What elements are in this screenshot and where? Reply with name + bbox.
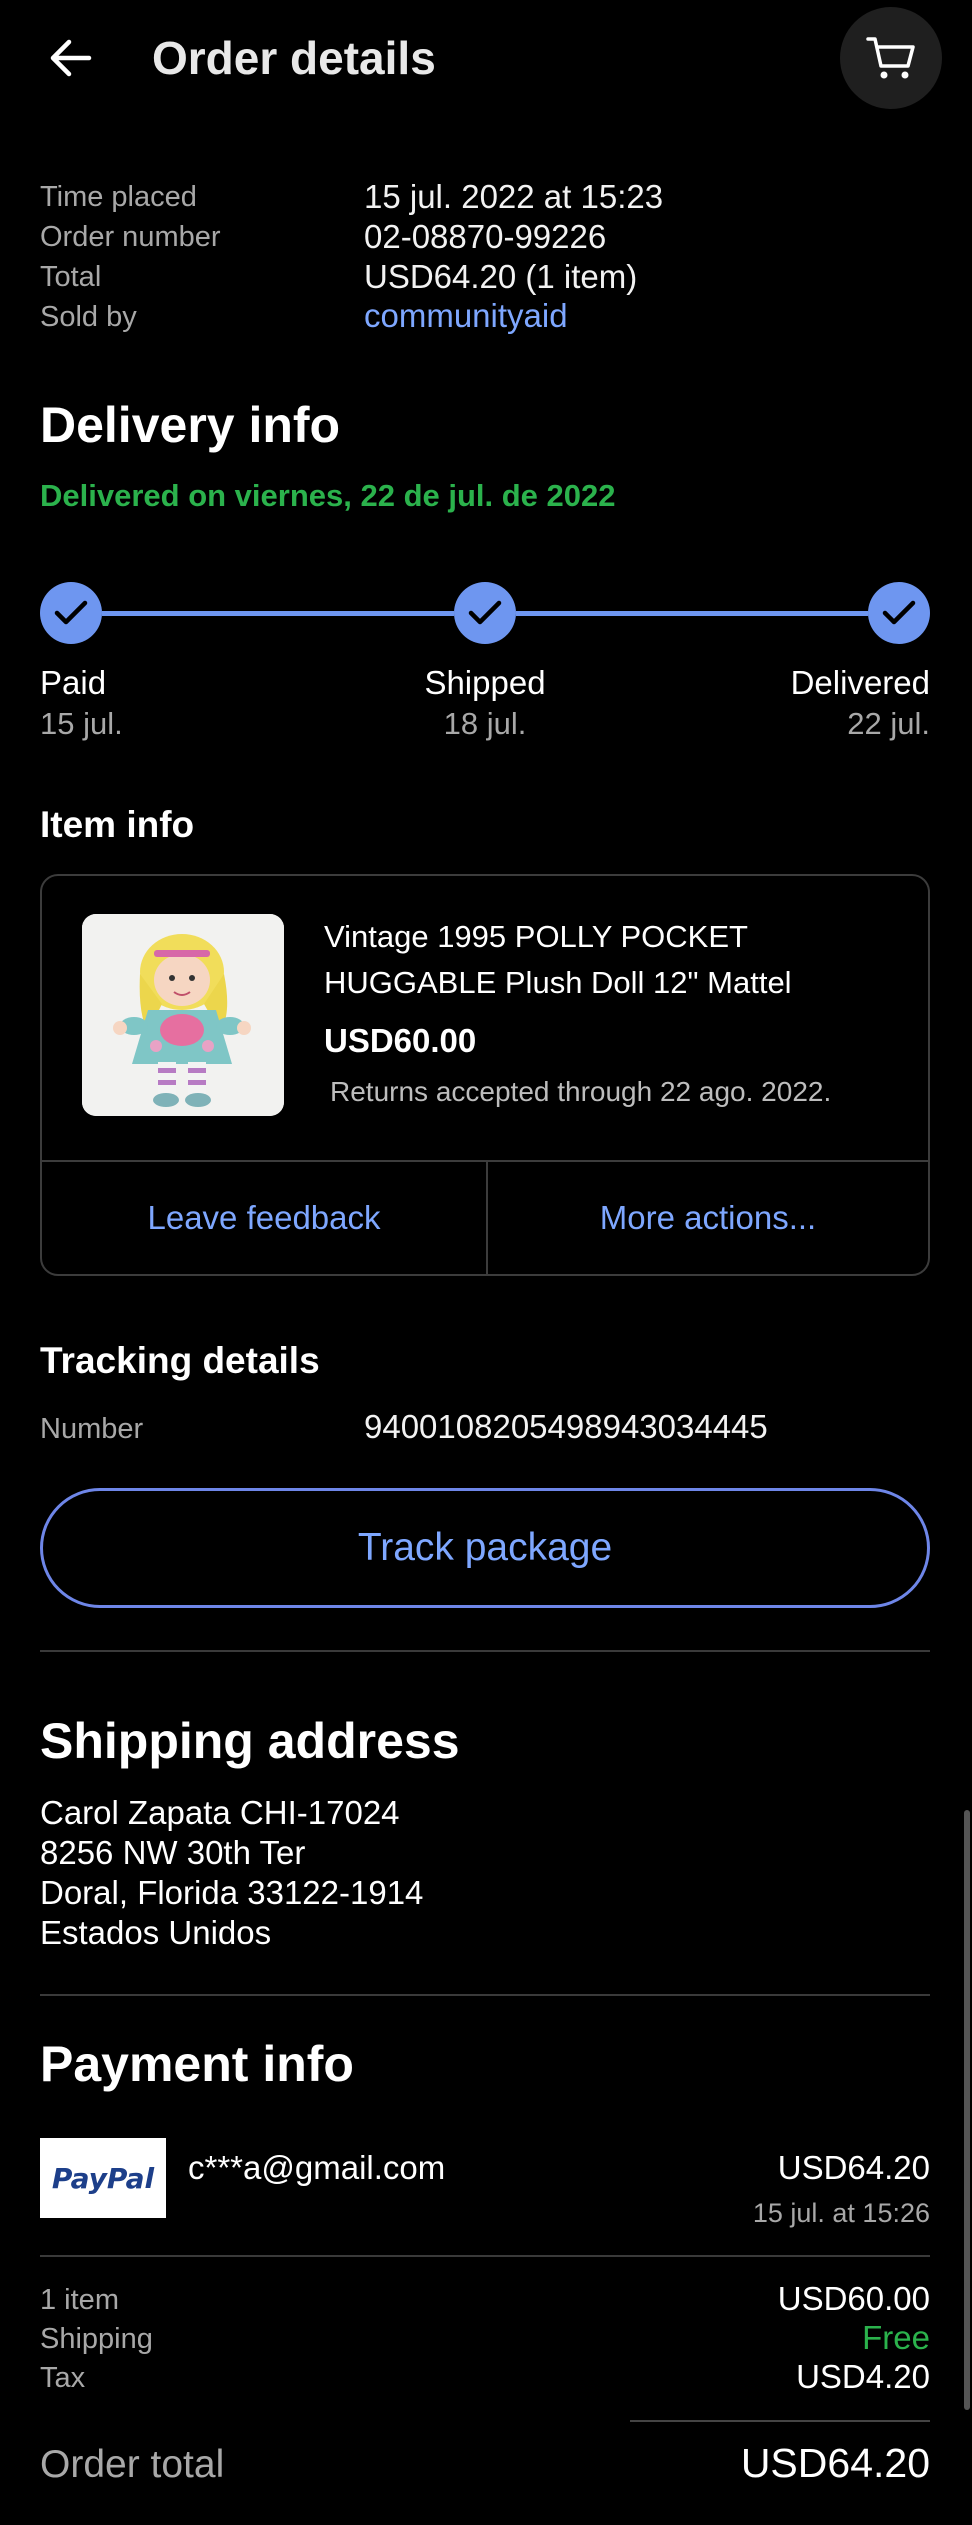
step-shipped-date: 18 jul. — [443, 706, 527, 741]
address-name: Carol Zapata CHI-17024 — [40, 1794, 400, 1831]
sold-by-label: Sold by — [40, 301, 137, 333]
order-number-value: 02-08870-99226 — [364, 218, 607, 255]
paypal-logo-text: PayPal — [51, 2161, 155, 2195]
item-title[interactable]: Vintage 1995 POLLY POCKET HUGGABLE Plush… — [324, 914, 884, 1006]
shipping-address-title: Shipping address — [40, 1713, 460, 1769]
page-title: Order details — [152, 32, 436, 84]
item-info-title: Item info — [40, 804, 195, 845]
divider — [40, 2255, 930, 2257]
step-paid-check — [40, 582, 102, 644]
order-number-label: Order number — [40, 221, 221, 253]
scrollbar[interactable] — [964, 1810, 970, 2410]
shipping-cost-label: Shipping — [40, 2323, 153, 2355]
progress-line-1 — [102, 611, 454, 616]
address-street: 8256 NW 30th Ter — [40, 1834, 306, 1871]
order-total-label: Order total — [40, 2443, 225, 2486]
tracking-details-title: Tracking details — [40, 1340, 320, 1381]
cart-button[interactable] — [840, 7, 942, 109]
payment-date: 15 jul. at 15:26 — [752, 2198, 930, 2228]
step-delivered-date: 22 jul. — [847, 706, 930, 741]
step-delivered-check — [868, 582, 930, 644]
item-returns-note: Returns accepted through 22 ago. 2022. — [330, 1076, 832, 1107]
check-icon — [882, 600, 916, 625]
step-delivered-label: Delivered — [790, 664, 930, 701]
track-package-button[interactable]: Track package — [40, 1488, 930, 1608]
paypal-logo: PayPal — [40, 2138, 166, 2218]
more-actions-button[interactable]: More actions... — [488, 1162, 928, 1274]
leave-feedback-button[interactable]: Leave feedback — [42, 1162, 486, 1274]
time-placed-value: 15 jul. 2022 at 15:23 — [364, 178, 664, 215]
total-value: USD64.20 (1 item) — [364, 258, 638, 295]
delivery-status: Delivered on viernes, 22 de jul. de 2022 — [40, 478, 616, 513]
check-icon — [468, 600, 502, 625]
doll-image — [82, 914, 284, 1116]
divider — [40, 1994, 930, 1996]
delivery-info-title: Delivery info — [40, 397, 341, 453]
items-count-label: 1 item — [40, 2284, 119, 2316]
arrow-left-icon — [50, 39, 92, 77]
item-card: Vintage 1995 POLLY POCKET HUGGABLE Plush… — [40, 874, 930, 1276]
total-label: Total — [40, 261, 102, 293]
step-paid-date: 15 jul. — [40, 706, 123, 741]
tax-label: Tax — [40, 2362, 86, 2394]
order-total-value: USD64.20 — [740, 2440, 930, 2486]
seller-link[interactable]: communityaid — [364, 297, 568, 335]
address-country: Estados Unidos — [40, 1914, 272, 1951]
payment-email: c***a@gmail.com — [188, 2149, 446, 2186]
items-subtotal-value: USD60.00 — [777, 2280, 930, 2317]
back-button[interactable] — [40, 28, 100, 88]
step-shipped-label: Shipped — [424, 664, 546, 701]
step-paid-label: Paid — [40, 664, 107, 701]
shipping-cost-value: Free — [862, 2319, 930, 2356]
divider — [40, 1650, 930, 1652]
item-price: USD60.00 — [324, 1022, 477, 1059]
payment-amount: USD64.20 — [777, 2149, 930, 2186]
step-shipped-check — [454, 582, 516, 644]
tracking-number-label: Number — [40, 1413, 144, 1445]
check-icon — [54, 600, 88, 625]
time-placed-label: Time placed — [40, 181, 197, 213]
progress-line-2 — [516, 611, 868, 616]
total-divider — [630, 2420, 930, 2422]
tax-value: USD4.20 — [796, 2358, 930, 2395]
item-image[interactable] — [82, 914, 284, 1116]
payment-info-title: Payment info — [40, 2036, 354, 2092]
tracking-number-value: 9400108205498943034445 — [364, 1408, 768, 1445]
cart-icon — [866, 37, 915, 79]
address-city: Doral, Florida 33122-1914 — [40, 1874, 424, 1911]
